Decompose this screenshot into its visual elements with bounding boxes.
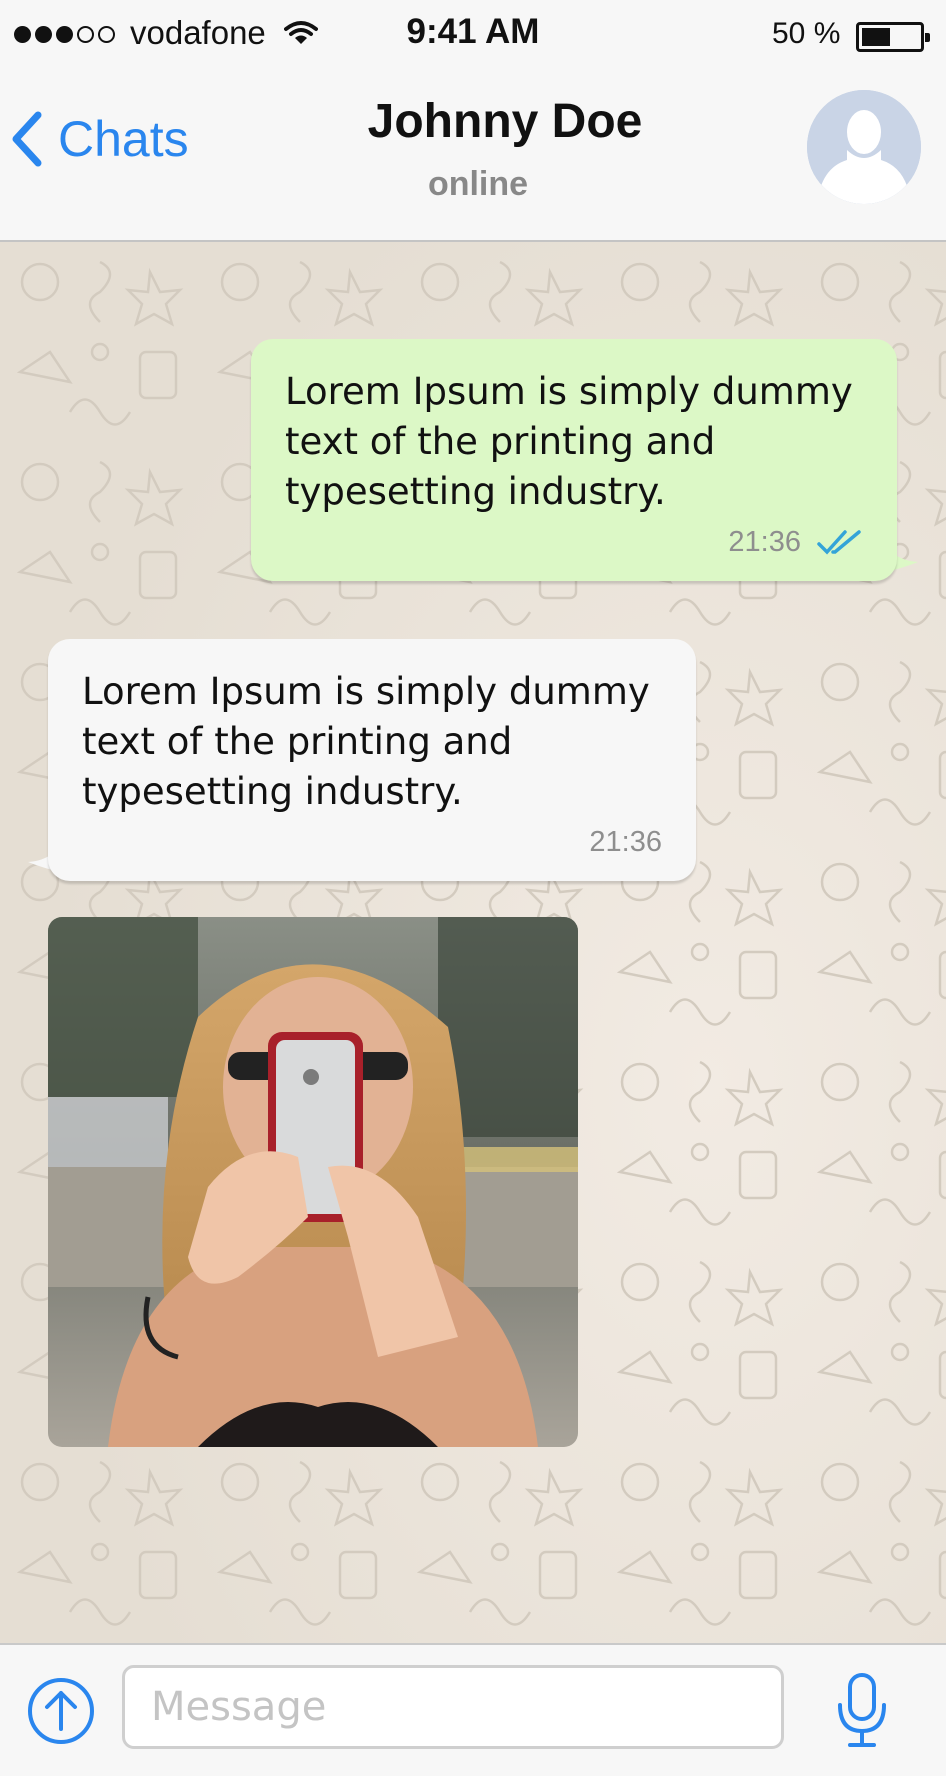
- double-check-icon: [817, 529, 861, 555]
- battery-fill: [862, 28, 890, 46]
- incoming-message[interactable]: Lorem Ipsum is simply dummy text of the …: [48, 639, 696, 881]
- presence-status: online: [427, 165, 529, 203]
- message-text: Lorem Ipsum is simply dummy text of the …: [82, 670, 650, 813]
- chat-header: Chats Johnny Doe online: [0, 72, 946, 242]
- incoming-photo-message[interactable]: [48, 917, 578, 1447]
- default-user-avatar-icon: [807, 90, 921, 204]
- contact-name[interactable]: Johnny Doe: [0, 94, 946, 149]
- chat-area[interactable]: Lorem Ipsum is simply dummy text of the …: [0, 242, 946, 1643]
- battery-percent: 50 %: [772, 17, 841, 50]
- photo-woman-with-phone: [48, 917, 578, 1447]
- message-composer: [0, 1643, 946, 1776]
- status-bar: vodafone 9:41 AM 50 %: [0, 0, 946, 72]
- avatar[interactable]: [807, 90, 921, 204]
- message-input[interactable]: [122, 1665, 784, 1749]
- battery-icon: [856, 22, 930, 52]
- outgoing-message[interactable]: Lorem Ipsum is simply dummy text of the …: [251, 339, 897, 581]
- message-time: 21:36: [589, 826, 662, 858]
- message-text: Lorem Ipsum is simply dummy text of the …: [285, 370, 853, 513]
- microphone-icon[interactable]: [836, 1673, 888, 1749]
- upload-arrow-icon[interactable]: [27, 1677, 95, 1745]
- message-time: 21:36: [728, 526, 801, 558]
